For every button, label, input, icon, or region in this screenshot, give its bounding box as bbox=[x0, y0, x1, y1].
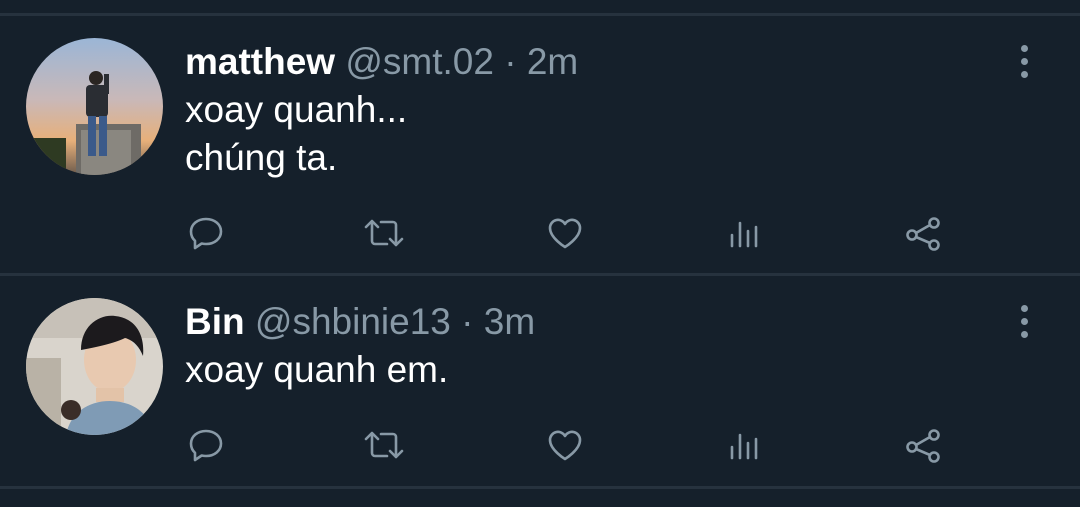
tweet-actions bbox=[0, 208, 1080, 258]
display-name[interactable]: matthew bbox=[185, 41, 335, 82]
separator-dot: · bbox=[504, 41, 517, 82]
tweet-divider bbox=[0, 486, 1080, 489]
views-icon[interactable] bbox=[718, 420, 768, 470]
tweet-text-line: xoay quanh... bbox=[185, 89, 408, 130]
tweet-text: xoay quanh em. bbox=[185, 346, 448, 394]
reply-icon[interactable] bbox=[181, 208, 231, 258]
share-icon[interactable] bbox=[898, 420, 948, 470]
retweet-icon[interactable] bbox=[359, 208, 409, 258]
avatar-photo-icon bbox=[26, 38, 163, 175]
avatar[interactable] bbox=[26, 298, 163, 435]
avatar[interactable] bbox=[26, 38, 163, 175]
share-icon[interactable] bbox=[898, 208, 948, 258]
like-icon[interactable] bbox=[540, 420, 590, 470]
timestamp[interactable]: 2m bbox=[527, 41, 578, 82]
tweet-text-line: xoay quanh em. bbox=[185, 349, 449, 390]
views-icon[interactable] bbox=[718, 208, 768, 258]
tweet-text: xoay quanh... chúng ta. bbox=[185, 86, 407, 182]
avatar-photo-icon bbox=[26, 298, 163, 435]
tweet-header: Bin @shbinie13 · 3m bbox=[185, 300, 535, 344]
user-handle[interactable]: @shbinie13 bbox=[255, 301, 451, 342]
retweet-icon[interactable] bbox=[359, 420, 409, 470]
tweet[interactable]: Bin @shbinie13 · 3m xoay quanh em. bbox=[0, 276, 1080, 486]
timestamp[interactable]: 3m bbox=[484, 301, 535, 342]
more-options-icon[interactable] bbox=[1008, 301, 1040, 341]
display-name[interactable]: Bin bbox=[185, 301, 245, 342]
more-options-icon[interactable] bbox=[1008, 41, 1040, 81]
separator-dot: · bbox=[461, 301, 474, 342]
user-handle[interactable]: @smt.02 bbox=[345, 41, 494, 82]
tweet-text-line: chúng ta. bbox=[185, 137, 338, 178]
reply-icon[interactable] bbox=[181, 420, 231, 470]
tweet[interactable]: matthew @smt.02 · 2m xoay quanh... chúng… bbox=[0, 0, 1080, 274]
like-icon[interactable] bbox=[540, 208, 590, 258]
tweet-header: matthew @smt.02 · 2m bbox=[185, 40, 578, 84]
tweet-actions bbox=[0, 420, 1080, 470]
